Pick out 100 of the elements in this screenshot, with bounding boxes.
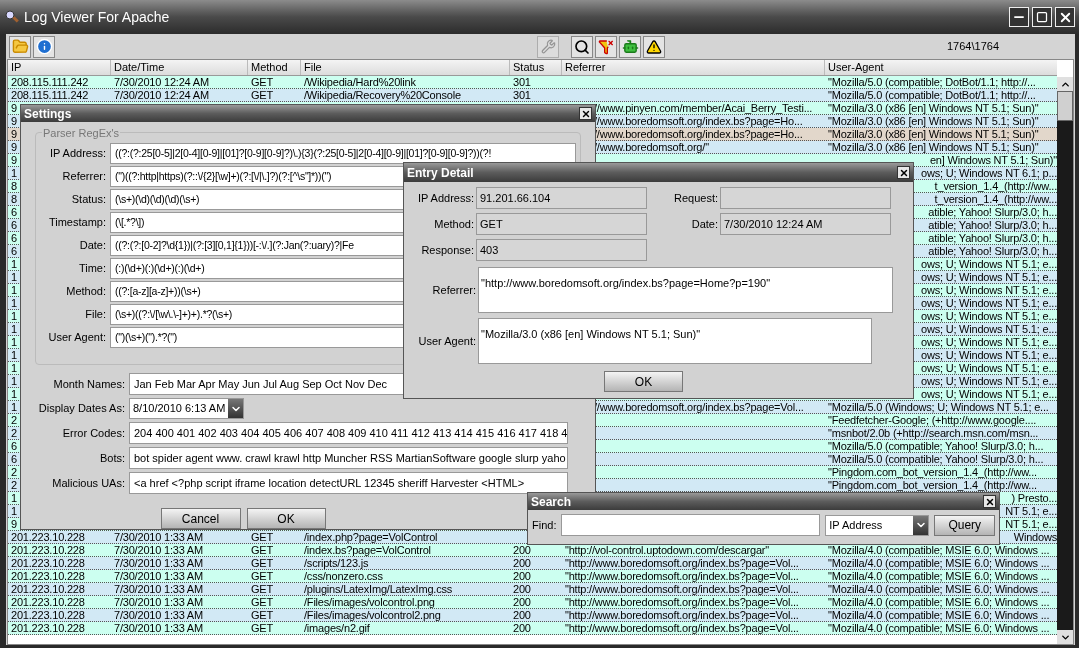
table-cell: 1 — [11, 258, 17, 270]
table-cell: "Mozilla/5.0 (compatible; Yahoo! Slurp/3.0; h... — [828, 453, 1044, 465]
table-cell: "Mozilla/3.0 (x86 [en] Windows NT 5.1; Sun)" — [828, 141, 1039, 153]
table-cell: /Files/images/volcontrol2.png — [304, 609, 441, 621]
table-cell: "msnbot/2.0b (+http://search.msn.com/msn... — [828, 427, 1039, 439]
table-cell: ows; U; Windows NT 5.1; e... — [920, 284, 1057, 296]
table-cell: 200 — [513, 583, 531, 595]
field-label: Month Names: — [52, 376, 125, 392]
table-cell: 9 — [11, 115, 17, 127]
table-cell: 201.223.10.228 — [11, 544, 85, 556]
table-cell: "Mozilla/5.0 (compatible; DotBot/1.1; http://... — [828, 76, 1036, 88]
table-cell: "http://www.boredomsoft.org/index.bs?page=Vol... — [565, 596, 799, 608]
table-cell: GET — [251, 89, 273, 101]
table-cell: atible; Yahoo! Slurp/3.0; h... — [928, 232, 1057, 244]
table-cell: ows; U; Windows NT 5.1; e... — [920, 323, 1057, 335]
table-cell: 7/30/2010 1:33 AM — [114, 570, 203, 582]
table-cell: 200 — [513, 570, 531, 582]
field-label: Referrer: — [431, 282, 476, 298]
table-cell: "http://www.boredomsoft.org/index.bs?page=Vol... — [565, 557, 799, 569]
table-cell: 6 — [11, 453, 17, 465]
table-cell: NT 5.1; e... — [1005, 505, 1057, 517]
table-cell: t_version_1.4_(http://ww... — [934, 193, 1057, 205]
table-cell: 6 — [11, 440, 17, 452]
table-cell: /index.php?page=VolControl — [304, 531, 438, 543]
table-cell: en] Windows NT 5.1; Sun)" — [929, 154, 1057, 166]
table-cell: 6 — [11, 206, 17, 218]
table-cell: 6 — [11, 219, 17, 231]
table-cell: 200 — [513, 544, 531, 556]
table-cell: /Wikipedia/Hard%20link — [304, 76, 416, 88]
table-cell: //www.boredomsoft.org/" — [594, 141, 709, 153]
table-cell: /plugins/LatexImg/LatexImg.css — [304, 583, 453, 595]
table-cell: "Mozilla/5.0 (compatible; DotBot/1.1; http://... — [828, 89, 1036, 101]
table-cell: 9 — [11, 102, 17, 114]
table-cell: "Mozilla/5.0 (compatible; Yahoo! Slurp/3.0; h... — [828, 440, 1044, 452]
table-cell: /images/n2.gif — [304, 622, 370, 634]
table-cell: "Mozilla/3.0 (x86 [en] Windows NT 5.1; Sun)" — [828, 115, 1039, 127]
field-label: Response: — [420, 242, 474, 258]
table-cell: GET — [251, 622, 273, 634]
table-cell: ows; U; Windows NT 5.1; e... — [920, 297, 1057, 309]
table-cell: 1 — [11, 336, 17, 348]
table-cell: GET — [251, 609, 273, 621]
table-cell: /css/nonzero.css — [304, 570, 383, 582]
field-label: Malicious UAs: — [51, 475, 125, 491]
table-cell: //www.boredomsoft.org/index.bs?page=Ho... — [594, 115, 803, 127]
table-cell: 2 — [11, 427, 17, 439]
table-cell: "Pingdom.com_bot_version_1.4_(http://ww... — [828, 479, 1037, 491]
table-cell: "Mozilla/4.0 (compatible; MSIE 6.0; Windows ... — [828, 583, 1050, 595]
entry-count: 1764\1764 — [947, 39, 999, 55]
table-cell: 9 — [11, 154, 17, 166]
table-cell: 2 — [11, 466, 17, 478]
table-cell: "http://vol-control.uptodown.com/descargar" — [565, 544, 770, 556]
table-cell: 201.223.10.228 — [11, 609, 85, 621]
field-label: Date: — [690, 216, 718, 232]
table-cell: 201.223.10.228 — [11, 531, 85, 543]
table-cell: atible; Yahoo! Slurp/3.0; h... — [928, 206, 1057, 218]
field-label: Display Dates As: — [37, 401, 125, 417]
table-cell: "http://www.boredomsoft.org/index.bs?page=Vol... — [565, 570, 799, 582]
table-cell: GET — [251, 544, 273, 556]
table-cell: "Mozilla/4.0 (compatible; MSIE 6.0; Windows ... — [828, 557, 1050, 569]
table-cell: "Mozilla/4.0 (compatible; MSIE 6.0; Windows ... — [828, 596, 1050, 608]
table-cell: 2 — [11, 479, 17, 491]
field-label: Error Codes: — [61, 425, 125, 441]
table-cell: 200 — [513, 596, 531, 608]
table-cell: 6 — [11, 245, 17, 257]
table-cell: "http://www.boredomsoft.org/index.bs?page=Vol... — [565, 583, 799, 595]
table-cell: 9 — [11, 518, 17, 530]
table-cell: "Mozilla/4.0 (compatible; MSIE 6.0; Windows ... — [828, 544, 1050, 556]
field-label: User Agent: — [417, 333, 476, 349]
field-label: Request: — [672, 190, 718, 206]
table-cell: 8 — [11, 193, 17, 205]
table-cell: "Mozilla/4.0 (compatible; MSIE 6.0; Windows ... — [828, 609, 1050, 621]
field-label: IP Address: — [416, 190, 474, 206]
table-cell: 1 — [11, 362, 17, 374]
table-cell: 8 — [11, 180, 17, 192]
field-label: Status: — [70, 192, 106, 208]
field-label: Method: — [65, 284, 106, 300]
field-label: IP Address: — [48, 146, 106, 162]
table-cell: 7/30/2010 1:33 AM — [114, 622, 203, 634]
table-cell: 200 — [513, 557, 531, 569]
table-cell: 9 — [11, 128, 17, 140]
table-cell: 1 — [11, 297, 17, 309]
table-cell: ows; U; Windows NT 5.1; e... — [920, 336, 1057, 348]
dialog-title: Search — [531, 495, 572, 508]
table-cell: 1 — [11, 505, 17, 517]
table-cell: 7/30/2010 1:33 AM — [114, 583, 203, 595]
table-cell: 201.223.10.228 — [11, 622, 85, 634]
table-cell: 1 — [11, 401, 17, 413]
table-cell: 6 — [11, 232, 17, 244]
field-label: Referrer: — [61, 169, 106, 185]
table-cell: /scripts/123.js — [304, 557, 369, 569]
table-cell: 7/30/2010 1:33 AM — [114, 557, 203, 569]
field-label: Date: — [78, 238, 106, 254]
table-cell: ows; U; Windows NT 5.1; e... — [920, 310, 1057, 322]
table-cell: "Feedfetcher-Google; (+http://www.google.... — [828, 414, 1037, 426]
table-cell: ows; U; Windows NT 5.1; e... — [920, 258, 1057, 270]
table-cell: GET — [251, 531, 273, 543]
table-cell: Windows — [1013, 531, 1057, 543]
table-cell: ows; U; Windows NT 5.1; e... — [920, 271, 1057, 283]
table-cell: GET — [251, 583, 273, 595]
table-cell: "Mozilla/4.0 (compatible; MSIE 6.0; Windows ... — [828, 622, 1050, 634]
